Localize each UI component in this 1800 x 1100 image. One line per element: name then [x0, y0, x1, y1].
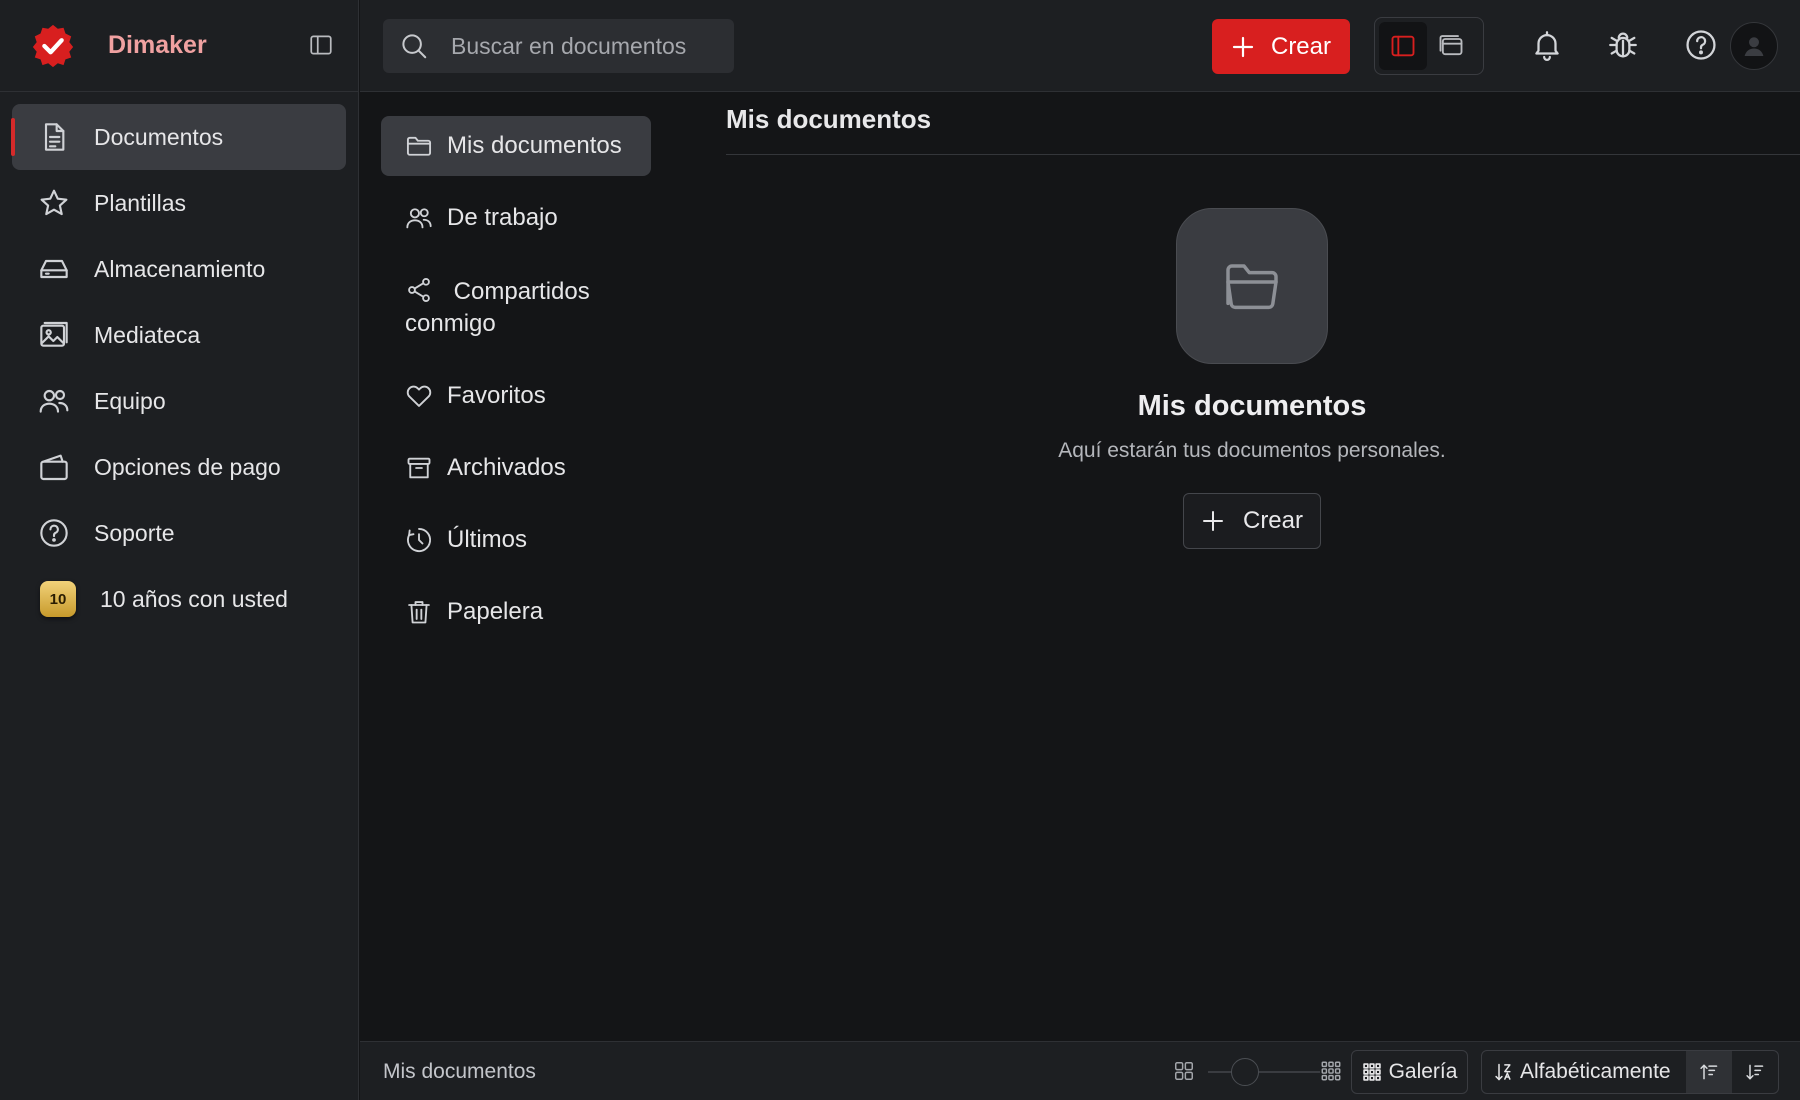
sidebar-item-opciones-de-pago[interactable]: Opciones de pago — [12, 434, 346, 500]
status-bar: Mis documentos Galería Alfabéticamente — [360, 1041, 1800, 1100]
sidebar-item-label: Equipo — [94, 387, 166, 414]
sidebar: Dimaker Documentos Plantillas Almacenami… — [0, 0, 359, 1100]
sidebar-item-anniversary[interactable]: 10 10 años con usted — [12, 566, 346, 632]
sidebar-item-label: Mediateca — [94, 321, 201, 348]
documents-subnav: Mis documentos De trabajo Compartidos co… — [381, 116, 651, 654]
subnav-item-compartidos-conmigo[interactable]: Compartidos conmigo — [381, 260, 651, 354]
subnav-item-label: Archivados — [447, 454, 566, 481]
sort-by-label: Alfabéticamente — [1520, 1060, 1671, 1083]
sidebar-layout-icon — [1391, 35, 1415, 57]
subnav-item-label: Mis documentos — [447, 132, 622, 159]
folder-open-icon — [1226, 264, 1278, 310]
plus-icon — [1232, 36, 1254, 57]
wallet-icon — [40, 454, 68, 481]
subnav-item-de-trabajo[interactable]: De trabajo — [381, 188, 651, 248]
subnav-item-ultimos[interactable]: Últimos — [381, 510, 651, 570]
empty-state-create-label: Crear — [1242, 507, 1303, 534]
zoom-slider-handle[interactable] — [1230, 1058, 1259, 1086]
empty-state-illustration — [1176, 208, 1328, 364]
user-icon — [1744, 37, 1764, 56]
layout-toggle — [1374, 17, 1484, 75]
window-layout-icon — [1439, 35, 1463, 56]
sidebar-item-label: Opciones de pago — [94, 453, 281, 480]
bug-icon[interactable] — [1606, 28, 1640, 62]
sidebar-item-plantillas[interactable]: Plantillas — [12, 170, 346, 236]
current-location: Mis documentos — [383, 1060, 536, 1083]
storage-icon — [40, 259, 68, 279]
sidebar-toggle-icon[interactable] — [308, 32, 334, 58]
bell-icon[interactable] — [1530, 28, 1564, 62]
sidebar-item-mediateca[interactable]: Mediateca — [12, 302, 346, 368]
title-divider — [726, 154, 1800, 155]
subnav-item-label: Últimos — [447, 526, 528, 553]
help-circle-icon — [40, 519, 68, 547]
sidebar-header: Dimaker — [0, 0, 358, 92]
sidebar-item-label: 10 años con usted — [100, 585, 288, 612]
trash-icon — [408, 601, 430, 624]
subnav-item-archivados[interactable]: Archivados — [381, 438, 651, 498]
sort-control: Alfabéticamente — [1481, 1050, 1779, 1094]
share-icon — [408, 277, 430, 303]
layout-sidebar-button[interactable] — [1379, 22, 1427, 70]
empty-state-description: Aquí estarán tus documentos personales. — [1058, 439, 1446, 462]
page-title: Mis documentos — [726, 104, 932, 134]
brand-name[interactable]: Dimaker — [108, 31, 207, 60]
grid-icon — [1362, 1063, 1381, 1081]
subnav-item-label-line2: conmigo — [405, 310, 496, 337]
sort-descending-button[interactable] — [1732, 1051, 1778, 1093]
layout-window-button[interactable] — [1427, 22, 1475, 70]
subnav-item-papelera[interactable]: Papelera — [381, 582, 651, 642]
grid-large-icon[interactable] — [1320, 1060, 1342, 1082]
subnav-item-label-line1: Compartidos — [453, 278, 590, 305]
plus-icon — [1202, 511, 1223, 531]
sort-alpha-icon — [1495, 1063, 1511, 1081]
image-icon — [40, 321, 68, 347]
help-icon[interactable] — [1684, 28, 1718, 62]
sidebar-item-almacenamiento[interactable]: Almacenamiento — [12, 236, 346, 302]
view-mode-button[interactable]: Galería — [1351, 1050, 1468, 1094]
heart-icon — [406, 385, 432, 407]
sort-ascending-button[interactable] — [1686, 1051, 1733, 1093]
sidebar-item-label: Soporte — [94, 519, 175, 546]
folder-icon — [406, 136, 432, 156]
clock-icon — [407, 527, 431, 552]
sidebar-item-equipo[interactable]: Equipo — [12, 368, 346, 434]
anniversary-badge: 10 — [40, 581, 76, 617]
create-button[interactable]: Crear — [1212, 19, 1350, 74]
logo-icon[interactable] — [30, 23, 76, 69]
create-button-label: Crear — [1270, 32, 1331, 60]
team-icon — [406, 208, 432, 229]
sidebar-item-soporte[interactable]: Soporte — [12, 500, 346, 566]
grid-small-icon[interactable] — [1173, 1060, 1195, 1082]
search-icon — [402, 34, 427, 59]
archive-icon — [407, 457, 431, 479]
topbar: Crear — [360, 0, 1800, 92]
sort-ascending-icon — [1700, 1064, 1718, 1080]
sidebar-item-documentos[interactable]: Documentos — [11, 104, 346, 170]
empty-state-create-button[interactable]: Crear — [1183, 493, 1321, 549]
search-input[interactable] — [451, 32, 711, 60]
user-avatar[interactable] — [1730, 22, 1778, 70]
empty-state-title: Mis documentos — [1137, 390, 1367, 422]
zoom-slider-track[interactable] — [1208, 1071, 1320, 1073]
subnav-item-mis-documentos[interactable]: Mis documentos — [381, 116, 651, 176]
sidebar-nav: Documentos Plantillas Almacenamiento Med… — [0, 92, 358, 632]
sidebar-item-label: Almacenamiento — [94, 255, 266, 282]
document-icon — [44, 123, 65, 151]
search-box[interactable] — [383, 19, 734, 73]
subnav-item-label: Favoritos — [447, 382, 546, 409]
subnav-item-favoritos[interactable]: Favoritos — [381, 366, 651, 426]
sidebar-item-label: Plantillas — [94, 189, 187, 216]
sort-descending-icon — [1746, 1064, 1764, 1080]
view-mode-label: Galería — [1388, 1060, 1458, 1083]
sort-by-button[interactable]: Alfabéticamente — [1482, 1051, 1686, 1093]
sidebar-item-label: Documentos — [94, 123, 224, 150]
star-icon — [40, 189, 68, 216]
subnav-item-label: Papelera — [447, 598, 544, 625]
empty-state: Mis documentos Aquí estarán tus document… — [1012, 208, 1492, 549]
subnav-item-label: De trabajo — [447, 204, 558, 231]
team-icon — [39, 389, 69, 413]
